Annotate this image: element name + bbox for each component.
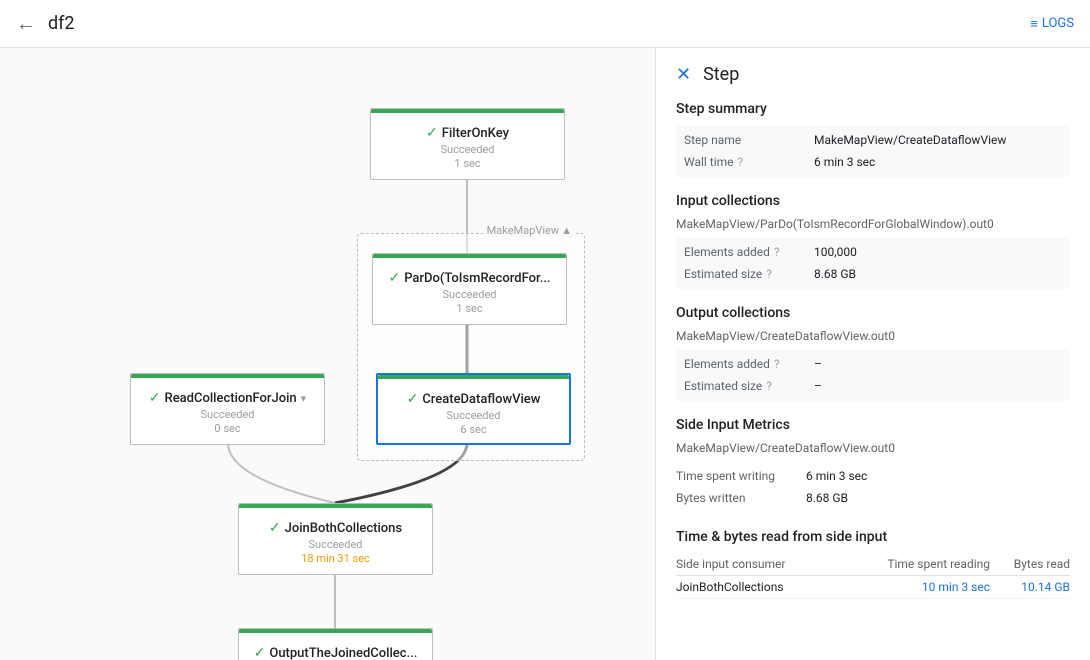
estimated-size-label: Estimated size ?	[684, 267, 814, 281]
node-name: ✓ ParDo(ToIsmRecordFor...	[388, 270, 550, 286]
group-label: MakeMapView ▲	[483, 224, 576, 237]
bytes-written-row: Bytes written 8.68 GB	[676, 487, 1070, 509]
node-status: Succeeded	[440, 143, 494, 156]
panel-title: Step	[703, 64, 739, 85]
check-icon: ✓	[407, 391, 419, 407]
node-status: Succeeded	[442, 288, 496, 301]
logs-icon: ≡	[1030, 16, 1038, 32]
main-layout: MakeMapView ▲ ✓ FilterOnKey Succeeded 1 …	[0, 48, 1090, 660]
node-status-bar	[373, 254, 566, 258]
node-pardo[interactable]: ✓ ParDo(ToIsmRecordFor... Succeeded 1 se…	[372, 253, 567, 325]
check-icon: ✓	[426, 125, 438, 141]
node-name: ✓ OutputTheJoinedCollec...	[254, 645, 418, 660]
wall-time-help-icon[interactable]: ?	[738, 155, 744, 169]
graph-canvas[interactable]: MakeMapView ▲ ✓ FilterOnKey Succeeded 1 …	[0, 48, 655, 660]
check-icon: ✓	[388, 270, 400, 286]
elements-added-help-icon[interactable]: ?	[774, 245, 780, 259]
table-row: JoinBothCollections 10 min 3 sec 10.14 G…	[676, 576, 1070, 599]
node-time: 0 sec	[214, 422, 240, 435]
node-name: ✓ FilterOnKey	[426, 125, 509, 141]
output-elements-added-value: –	[814, 357, 822, 371]
check-icon: ✓	[269, 520, 281, 536]
elements-added-value: 100,000	[814, 245, 857, 259]
header: ← df2 ≡ LOGS	[0, 0, 1090, 48]
elements-added-row: Elements added ? 100,000	[684, 241, 1062, 263]
panel-header: ✕ Step	[676, 64, 1070, 85]
estimated-size-value: 8.68 GB	[814, 267, 856, 281]
time-bytes-title: Time & bytes read from side input	[676, 529, 1070, 545]
node-time: 1 sec	[456, 302, 482, 315]
bytes-value: 10.14 GB	[990, 580, 1070, 594]
node-join-both-collections[interactable]: ✓ JoinBothCollections Succeeded 18 min 3…	[238, 503, 433, 575]
node-output-joined[interactable]: ✓ OutputTheJoinedCollec... Succeeded 18 …	[238, 628, 433, 660]
elements-added-label: Elements added ?	[684, 245, 814, 259]
time-spent-writing-label: Time spent writing	[676, 469, 806, 483]
output-elements-added-row: Elements added ? –	[684, 353, 1062, 375]
node-filter-on-key[interactable]: ✓ FilterOnKey Succeeded 1 sec	[370, 108, 565, 180]
time-bytes-table: Side input consumer Time spent reading B…	[676, 553, 1070, 599]
expand-icon[interactable]: ▾	[301, 392, 307, 405]
step-name-label: Step name	[684, 133, 814, 147]
node-name: ✓ ReadCollectionForJoin ▾	[149, 390, 306, 406]
node-status: Succeeded	[446, 409, 500, 422]
right-panel: ✕ Step Step summary Step name MakeMapVie…	[655, 48, 1090, 660]
output-estimated-size-row: Estimated size ? –	[684, 375, 1062, 397]
consumer-value: JoinBothCollections	[676, 580, 870, 594]
output-estimated-size-label: Estimated size ?	[684, 379, 814, 393]
time-spent-writing-value: 6 min 3 sec	[806, 469, 867, 483]
step-summary-title: Step summary	[676, 101, 1070, 117]
wall-time-row: Wall time ? 6 min 3 sec	[684, 151, 1062, 173]
col-reading-header: Time spent reading	[870, 557, 990, 571]
input-collection-name: MakeMapView/ParDo(ToIsmRecordForGlobalWi…	[676, 217, 1070, 231]
output-elements-help-icon[interactable]: ?	[774, 357, 780, 371]
output-estimated-size-value: –	[814, 379, 822, 393]
node-status-bar	[239, 504, 432, 508]
reading-value: 10 min 3 sec	[870, 580, 990, 594]
page-title: df2	[48, 13, 1030, 34]
node-name: ✓ CreateDataflowView	[407, 391, 541, 407]
node-create-dataflow-view[interactable]: ✓ CreateDataflowView Succeeded 6 sec	[376, 373, 571, 445]
side-input-metrics-title: Side Input Metrics	[676, 417, 1070, 433]
wall-time-value: 6 min 3 sec	[814, 155, 875, 169]
node-status-bar	[371, 109, 564, 113]
estimated-size-help-icon[interactable]: ?	[766, 267, 772, 281]
node-time: 1 sec	[454, 157, 480, 170]
wall-time-label: Wall time ?	[684, 155, 814, 169]
step-name-row: Step name MakeMapView/CreateDataflowView	[684, 129, 1062, 151]
side-input-collection-name: MakeMapView/CreateDataflowView.out0	[676, 441, 1070, 455]
check-icon: ✓	[149, 390, 161, 406]
node-status: Succeeded	[200, 408, 254, 421]
time-spent-writing-row: Time spent writing 6 min 3 sec	[676, 465, 1070, 487]
node-time: 18 min 31 sec	[301, 552, 370, 565]
col-bytes-header: Bytes read	[990, 557, 1070, 571]
input-collections-title: Input collections	[676, 193, 1070, 209]
col-consumer-header: Side input consumer	[676, 557, 870, 571]
bytes-written-value: 8.68 GB	[806, 491, 848, 505]
estimated-size-row: Estimated size ? 8.68 GB	[684, 263, 1062, 285]
output-elements-added-label: Elements added ?	[684, 357, 814, 371]
node-status-bar	[131, 374, 324, 378]
node-status-bar	[378, 375, 569, 379]
bytes-written-label: Bytes written	[676, 491, 806, 505]
step-name-value: MakeMapView/CreateDataflowView	[814, 133, 1006, 147]
back-button[interactable]: ←	[16, 11, 36, 36]
output-estimated-size-help-icon[interactable]: ?	[766, 379, 772, 393]
collapse-icon[interactable]: ▲	[561, 224, 572, 237]
logs-button[interactable]: ≡ LOGS	[1030, 16, 1074, 32]
close-button[interactable]: ✕	[676, 64, 691, 85]
node-time: 6 sec	[460, 423, 486, 436]
node-read-collection-for-join[interactable]: ✓ ReadCollectionForJoin ▾ Succeeded 0 se…	[130, 373, 325, 445]
output-collections-title: Output collections	[676, 305, 1070, 321]
node-status-bar	[239, 629, 432, 633]
output-collection-name: MakeMapView/CreateDataflowView.out0	[676, 329, 1070, 343]
node-name: ✓ JoinBothCollections	[269, 520, 402, 536]
table-header: Side input consumer Time spent reading B…	[676, 553, 1070, 576]
graph-panel[interactable]: MakeMapView ▲ ✓ FilterOnKey Succeeded 1 …	[0, 48, 655, 660]
node-status: Succeeded	[308, 538, 362, 551]
check-icon: ✓	[254, 645, 266, 660]
